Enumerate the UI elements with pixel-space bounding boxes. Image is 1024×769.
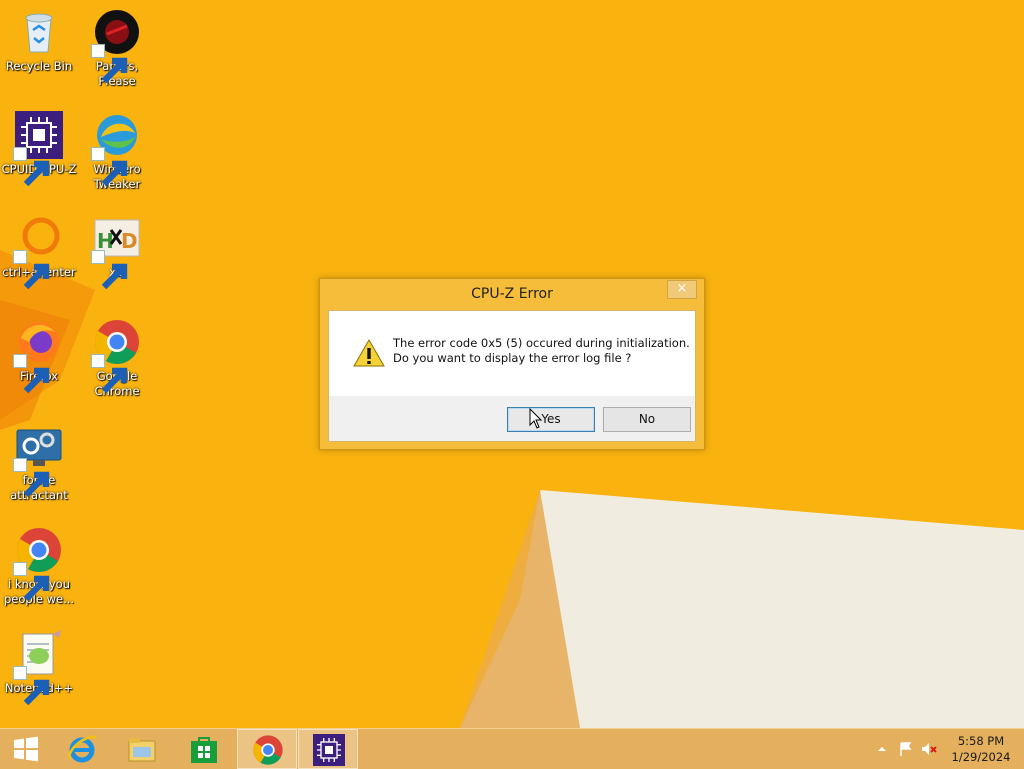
taskbar-internet-explorer[interactable] (52, 729, 112, 769)
desktop-icon-cpuz[interactable]: CPUID CPU-Z (0, 111, 78, 187)
action-center-button[interactable] (898, 741, 914, 757)
taskbar-clock[interactable]: 5:58 PM 1/29/2024 (948, 733, 1014, 765)
shortcut-arrow-icon (13, 354, 50, 394)
shortcut-arrow-icon (13, 250, 50, 290)
dialog-title: CPU-Z Error (471, 286, 553, 302)
clock-time: 5:58 PM (957, 734, 1005, 748)
no-button[interactable]: No (603, 407, 691, 432)
desktop-icon-papers-please[interactable]: Papers, Please (78, 8, 156, 89)
desktop-icon-recycle-bin[interactable]: Recycle Bin (0, 8, 78, 74)
store-icon (191, 737, 217, 763)
desktop-icon-google-chrome[interactable]: Google Chrome (78, 318, 156, 399)
cpuz-icon (313, 734, 345, 766)
desktop-icon-ctrl-a-enter[interactable]: ctrl+a, enter (0, 214, 78, 290)
clock-date: 1/29/2024 (951, 750, 1011, 764)
shortcut-arrow-icon (13, 147, 50, 187)
taskbar-file-explorer[interactable] (112, 729, 172, 769)
chrome-icon (253, 735, 283, 765)
cpuz-error-dialog: CPU-Z Error × The error code 0x5 (5) occ… (319, 278, 705, 450)
taskbar-store[interactable] (174, 729, 234, 769)
recycle-bin-icon (25, 13, 53, 53)
desktop-icon-forkie-attractant[interactable]: forkie attractant (0, 422, 78, 503)
start-icon (14, 736, 38, 762)
taskbar-cpuz[interactable] (298, 729, 358, 769)
internet-explorer-icon (68, 735, 97, 763)
shortcut-arrow-icon (91, 354, 128, 394)
show-hidden-icons-button[interactable] (874, 741, 890, 757)
dialog-message-area: The error code 0x5 (5) occured during in… (329, 311, 695, 396)
shortcut-arrow-icon (13, 666, 50, 706)
dialog-message-line-1: The error code 0x5 (5) occured during in… (393, 336, 690, 350)
taskbar-chrome[interactable] (237, 729, 297, 769)
warning-icon (353, 339, 385, 367)
volume-button[interactable] (921, 741, 937, 757)
shortcut-arrow-icon (91, 147, 128, 187)
dialog-close-button[interactable]: × (667, 280, 697, 299)
yes-button[interactable]: Yes (507, 407, 595, 432)
file-explorer-icon (128, 738, 156, 762)
shortcut-arrow-icon (91, 44, 128, 84)
volume-muted-icon (922, 743, 937, 755)
chevron-up-icon (878, 747, 886, 751)
shortcut-arrow-icon (13, 458, 50, 498)
desktop-icon-xd[interactable]: H D xD (78, 214, 156, 290)
desktop-icon-i-know-you-people[interactable]: i know you people we... (0, 526, 78, 607)
desktop-icon-firefox[interactable]: Firefox (0, 318, 78, 394)
start-button[interactable] (0, 729, 50, 769)
desktop-icon-notepad-plus-plus[interactable]: Notepad++ (0, 630, 78, 706)
mouse-cursor-icon (529, 408, 543, 429)
svg-text:D: D (121, 229, 138, 253)
dialog-client-area: The error code 0x5 (5) occured during in… (328, 310, 696, 442)
flag-icon (900, 742, 912, 756)
dialog-message-line-2: Do you want to display the error log fil… (393, 351, 632, 365)
desktop-icon-winaero-tweaker[interactable]: Winaero Tweaker (78, 111, 156, 192)
taskbar: 5:58 PM 1/29/2024 (0, 728, 1024, 769)
shortcut-arrow-icon (91, 250, 128, 290)
shortcut-arrow-icon (13, 562, 50, 602)
